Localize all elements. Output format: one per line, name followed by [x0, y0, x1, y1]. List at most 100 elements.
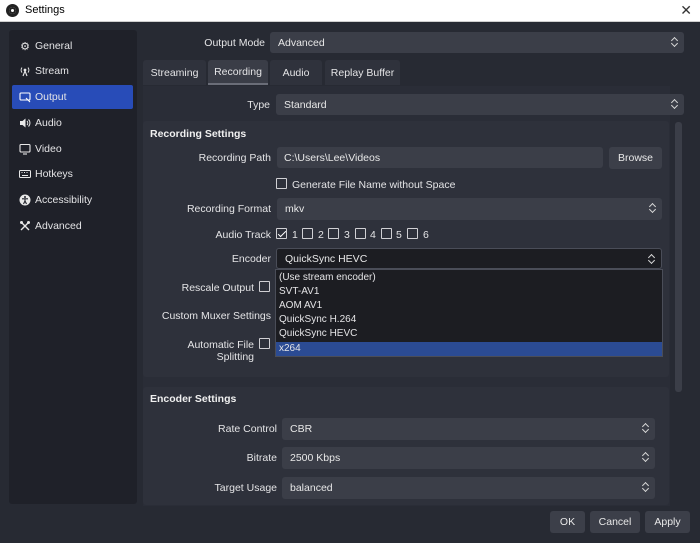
- tab-label: Recording: [214, 65, 262, 78]
- recording-path-value: C:\Users\Lee\Videos: [284, 151, 381, 164]
- encoder-option-highlighted[interactable]: x264: [276, 342, 662, 356]
- sidebar-item-hotkeys[interactable]: Hotkeys: [12, 162, 133, 186]
- recording-format-select[interactable]: mkv: [277, 198, 662, 220]
- sidebar-item-advanced[interactable]: Advanced: [12, 214, 133, 238]
- wrench-icon: [19, 220, 31, 232]
- updown-arrows-icon: [671, 35, 679, 49]
- rate-control-label: Rate Control: [218, 423, 277, 435]
- encoder-option[interactable]: (Use stream encoder): [276, 271, 662, 285]
- rate-control-value: CBR: [290, 423, 313, 435]
- monitor-icon: [19, 143, 31, 155]
- target-usage-value: balanced: [290, 482, 333, 494]
- tab-label: Streaming: [150, 66, 199, 79]
- browse-button[interactable]: Browse: [609, 147, 662, 169]
- sidebar-item-label: Stream: [35, 65, 69, 77]
- encoder-option[interactable]: AOM AV1: [276, 299, 662, 313]
- file-splitting-label: Automatic File Splitting: [187, 339, 254, 363]
- audio-track-1-checkbox[interactable]: [276, 228, 287, 239]
- audio-track-4-label: 4: [370, 229, 376, 241]
- encoder-option[interactable]: QuickSync H.264: [276, 313, 662, 327]
- audio-track-2-checkbox[interactable]: [302, 228, 313, 239]
- sidebar-item-video[interactable]: Video: [12, 137, 133, 161]
- encoder-select[interactable]: QuickSync HEVC: [276, 248, 662, 269]
- tab-label: Replay Buffer: [330, 66, 395, 79]
- gear-icon: ⚙: [20, 40, 30, 53]
- sidebar-item-label: Accessibility: [35, 194, 93, 206]
- window-title: Settings: [25, 4, 65, 16]
- rescale-output-label: Rescale Output: [181, 282, 254, 294]
- bitrate-label: Bitrate: [246, 452, 277, 464]
- output-mode-select[interactable]: Advanced: [270, 32, 684, 53]
- updown-arrows-icon: [671, 97, 679, 111]
- keyboard-icon: [19, 168, 31, 180]
- cancel-button[interactable]: Cancel: [590, 511, 640, 533]
- title-bar: Settings ✕: [0, 0, 700, 22]
- audio-track-3-label: 3: [344, 229, 350, 241]
- sidebar-item-label: Video: [35, 143, 62, 155]
- recording-format-value: mkv: [285, 203, 305, 215]
- encoder-option[interactable]: QuickSync HEVC: [276, 327, 662, 341]
- audio-track-6-label: 6: [423, 229, 429, 241]
- recording-path-input[interactable]: C:\Users\Lee\Videos: [277, 147, 603, 168]
- speaker-icon: [19, 117, 31, 129]
- custom-muxer-label: Custom Muxer Settings: [161, 310, 271, 322]
- accessibility-icon: [19, 194, 31, 206]
- updown-arrows-icon: [648, 252, 656, 266]
- encoder-settings-title: Encoder Settings: [150, 393, 237, 405]
- bitrate-value: 2500 Kbps: [290, 452, 341, 464]
- sidebar-item-general[interactable]: ⚙ General: [12, 34, 133, 58]
- file-splitting-checkbox[interactable]: [259, 338, 270, 349]
- updown-arrows-icon: [642, 480, 650, 494]
- recording-format-label: Recording Format: [186, 203, 271, 215]
- sidebar-item-accessibility[interactable]: Accessibility: [12, 188, 133, 212]
- audio-track-5-checkbox[interactable]: [381, 228, 392, 239]
- recording-path-label: Recording Path: [198, 152, 271, 164]
- type-label: Type: [247, 99, 270, 111]
- tab-label: Audio: [282, 66, 310, 79]
- tab-audio[interactable]: Audio: [270, 60, 322, 85]
- audio-track-5-label: 5: [396, 229, 402, 241]
- encoder-value: QuickSync HEVC: [285, 252, 368, 265]
- bitrate-spinbox[interactable]: 2500 Kbps: [282, 447, 655, 469]
- sidebar-item-label: Hotkeys: [35, 168, 73, 180]
- tab-recording[interactable]: Recording: [208, 60, 268, 85]
- generate-filename-checkbox[interactable]: [276, 178, 287, 189]
- generate-filename-label: Generate File Name without Space: [292, 179, 456, 191]
- sidebar-item-label: Advanced: [35, 220, 82, 232]
- close-icon[interactable]: ✕: [680, 2, 692, 19]
- sidebar: ⚙ General Stream Output Audio Video Hotk…: [9, 30, 137, 504]
- audio-track-6-checkbox[interactable]: [407, 228, 418, 239]
- tab-streaming[interactable]: Streaming: [143, 60, 206, 85]
- target-usage-label: Target Usage: [214, 482, 277, 494]
- target-usage-select[interactable]: balanced: [282, 477, 655, 499]
- sidebar-item-audio[interactable]: Audio: [12, 111, 133, 135]
- sidebar-item-label: Output: [35, 91, 67, 103]
- encoder-option[interactable]: SVT-AV1: [276, 285, 662, 299]
- updown-arrows-icon: [649, 201, 657, 215]
- audio-track-4-checkbox[interactable]: [355, 228, 366, 239]
- apply-button[interactable]: Apply: [645, 511, 690, 533]
- encoder-dropdown-list: (Use stream encoder) SVT-AV1 AOM AV1 Qui…: [275, 269, 663, 357]
- output-mode-label: Output Mode: [204, 37, 265, 49]
- sidebar-item-output[interactable]: Output: [12, 85, 133, 109]
- audio-track-3-checkbox[interactable]: [328, 228, 339, 239]
- panel-scrollbar[interactable]: [675, 122, 682, 392]
- output-mode-value: Advanced: [278, 36, 325, 49]
- output-icon: [19, 91, 31, 103]
- sidebar-item-stream[interactable]: Stream: [12, 59, 133, 83]
- rate-control-select[interactable]: CBR: [282, 418, 655, 440]
- obs-logo-icon: [6, 4, 19, 17]
- audio-track-label: Audio Track: [215, 229, 271, 241]
- rescale-output-checkbox[interactable]: [259, 281, 270, 292]
- spin-arrows-icon[interactable]: [642, 450, 650, 464]
- audio-track-1-label: 1: [292, 229, 298, 241]
- encoder-label: Encoder: [231, 253, 271, 265]
- antenna-icon: [19, 65, 31, 77]
- sidebar-item-label: Audio: [35, 117, 62, 129]
- sidebar-item-label: General: [35, 40, 73, 52]
- audio-track-2-label: 2: [318, 229, 324, 241]
- type-select[interactable]: Standard: [276, 94, 684, 115]
- tab-replay-buffer[interactable]: Replay Buffer: [325, 60, 400, 85]
- ok-button[interactable]: OK: [550, 511, 585, 533]
- updown-arrows-icon: [642, 421, 650, 435]
